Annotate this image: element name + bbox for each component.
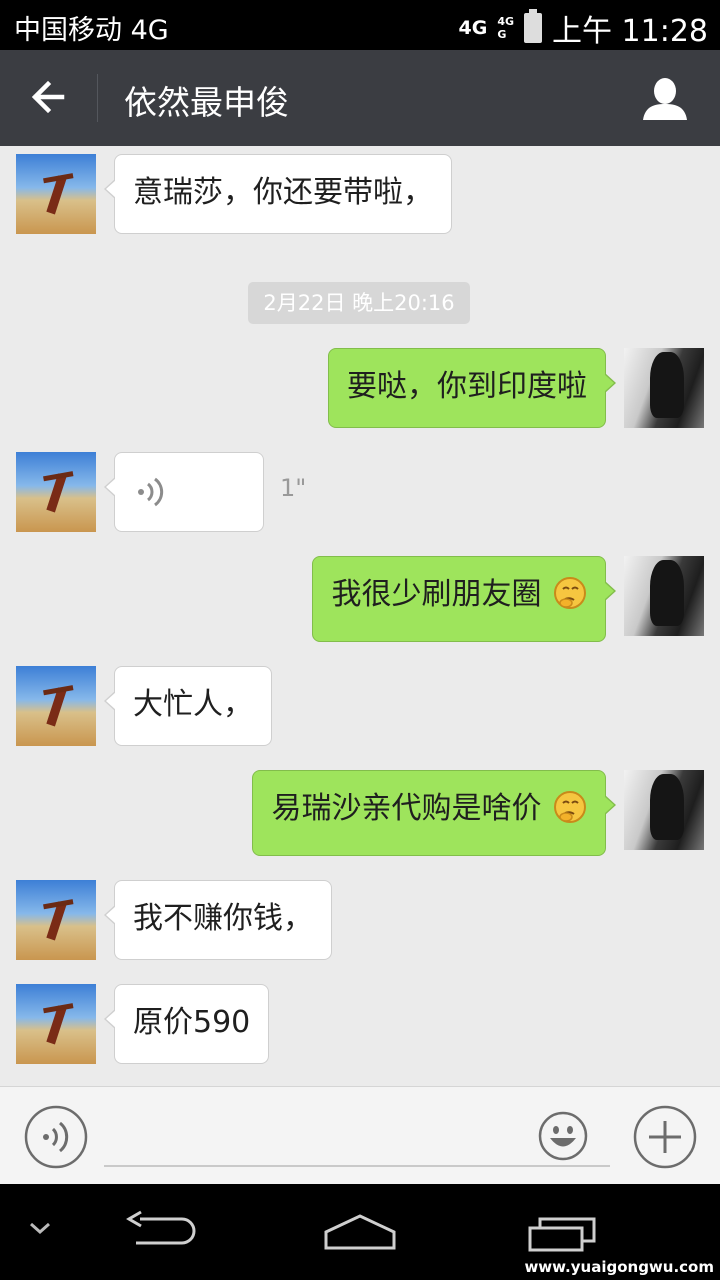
message-text: 我很少刷朋友圈 bbox=[331, 577, 542, 612]
home-icon bbox=[324, 1214, 396, 1250]
message-input[interactable] bbox=[104, 1105, 610, 1167]
chat-title: 依然最申俊 bbox=[124, 83, 289, 122]
message-list[interactable]: 意瑞莎，你还要带啦， 2月22日 晚上20:16 要哒，你到印度啦 1" 我很少… bbox=[0, 146, 720, 1086]
message-text: 我不赚你钱， bbox=[133, 901, 313, 936]
arrow-left-icon bbox=[31, 80, 65, 114]
chevron-down-icon bbox=[30, 1222, 50, 1235]
sent-message[interactable]: 易瑞沙亲代购是啥价 bbox=[252, 770, 616, 856]
signal-label-top: 4G bbox=[497, 15, 514, 28]
contact-avatar[interactable] bbox=[16, 984, 96, 1064]
hide-keyboard-button[interactable] bbox=[26, 1218, 54, 1242]
more-options-button[interactable] bbox=[633, 1105, 697, 1169]
contact-avatar[interactable] bbox=[16, 452, 96, 532]
received-message[interactable]: 我不赚你钱， bbox=[104, 880, 332, 960]
contact-avatar[interactable] bbox=[16, 666, 96, 746]
chat-header: 依然最申俊 bbox=[0, 50, 720, 146]
signal-label-bottom: G bbox=[497, 28, 507, 41]
voice-input-icon bbox=[24, 1105, 88, 1169]
voice-duration: 1" bbox=[280, 474, 307, 502]
thinking-face-icon bbox=[554, 577, 586, 609]
timestamp: 2月22日 晚上20:16 bbox=[248, 282, 470, 324]
person-icon bbox=[643, 78, 687, 120]
watermark: www.yuaigongwu.com bbox=[524, 1258, 714, 1276]
my-avatar[interactable] bbox=[624, 770, 704, 850]
thinking-face-icon bbox=[554, 791, 586, 823]
message-text: 易瑞沙亲代购是啥价 bbox=[271, 791, 542, 826]
my-avatar[interactable] bbox=[624, 348, 704, 428]
smiley-icon bbox=[538, 1111, 588, 1161]
back-icon bbox=[126, 1210, 196, 1245]
signal-icon: 4G G bbox=[497, 15, 514, 41]
voice-wave-icon bbox=[138, 477, 164, 507]
message-text: 大忙人， bbox=[133, 687, 253, 722]
message-text: 意瑞莎，你还要带啦， bbox=[133, 175, 433, 210]
back-button[interactable] bbox=[24, 72, 74, 122]
emoji-button[interactable] bbox=[538, 1111, 588, 1161]
status-icons: 4G 4G G 上午 11:28 bbox=[458, 6, 708, 50]
sent-message[interactable]: 要哒，你到印度啦 bbox=[328, 348, 616, 428]
status-bar: 中国移动 4G 4G 4G G 上午 11:28 bbox=[0, 0, 720, 50]
contact-avatar[interactable] bbox=[16, 880, 96, 960]
system-nav-bar: www.yuaigongwu.com bbox=[0, 1184, 720, 1280]
chat-info-button[interactable] bbox=[640, 74, 690, 124]
plus-icon bbox=[633, 1105, 697, 1169]
title-divider bbox=[97, 74, 98, 122]
my-avatar[interactable] bbox=[624, 556, 704, 636]
input-bar bbox=[0, 1086, 720, 1184]
nav-recents-button[interactable] bbox=[526, 1214, 598, 1258]
sent-message[interactable]: 我很少刷朋友圈 bbox=[312, 556, 616, 642]
voice-message[interactable] bbox=[104, 452, 264, 532]
nav-home-button[interactable] bbox=[322, 1210, 398, 1258]
carrier-name: 中国移动 4G bbox=[14, 15, 169, 46]
battery-icon bbox=[524, 9, 542, 43]
received-message[interactable]: 大忙人， bbox=[104, 666, 272, 746]
recent-apps-icon bbox=[528, 1217, 596, 1252]
clock: 上午 11:28 bbox=[552, 14, 708, 49]
network-type: 4G bbox=[458, 17, 488, 39]
contact-avatar[interactable] bbox=[16, 154, 96, 234]
voice-input-button[interactable] bbox=[24, 1105, 88, 1169]
message-text: 要哒，你到印度啦 bbox=[347, 369, 587, 404]
received-message[interactable]: 意瑞莎，你还要带啦， bbox=[104, 154, 452, 234]
nav-back-button[interactable] bbox=[124, 1210, 196, 1258]
received-message[interactable]: 原价590 bbox=[103, 984, 270, 1064]
message-text: 原价590 bbox=[133, 1005, 251, 1040]
